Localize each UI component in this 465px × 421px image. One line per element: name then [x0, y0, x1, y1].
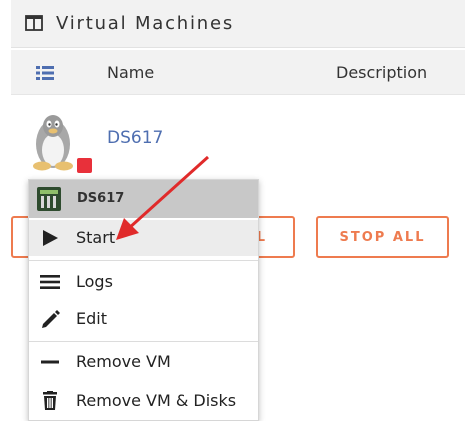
context-menu-header: DS617	[29, 180, 258, 218]
play-icon	[43, 230, 58, 246]
linux-tux-icon[interactable]	[25, 106, 95, 176]
vm-context-menu: DS617 Start Logs Edit Remove VM Remove V…	[28, 179, 259, 421]
stop-all-button[interactable]: STOP ALL	[316, 216, 449, 258]
menu-item-remove-vm[interactable]: Remove VM	[29, 344, 258, 380]
columns-icon	[25, 15, 43, 31]
menu-item-remove-vm-disks[interactable]: Remove VM & Disks	[29, 383, 258, 419]
menu-item-label: Remove VM & Disks	[76, 391, 237, 410]
list-icon	[40, 275, 60, 289]
context-menu-title: DS617	[77, 191, 125, 206]
page-title: Virtual Machines	[56, 13, 235, 34]
menu-item-logs[interactable]: Logs	[29, 264, 258, 300]
menu-divider	[29, 341, 258, 342]
menu-item-label: Start	[76, 228, 116, 247]
menu-divider	[29, 260, 258, 261]
trash-icon	[43, 391, 57, 410]
menu-item-edit[interactable]: Edit	[29, 301, 258, 337]
column-header-name[interactable]: Name	[107, 63, 154, 82]
panel-header: Virtual Machines	[11, 0, 465, 48]
menu-item-label: Logs	[76, 272, 113, 291]
minus-icon	[41, 360, 59, 364]
list-view-icon[interactable]	[36, 66, 54, 80]
column-header-description[interactable]: Description	[336, 63, 427, 82]
vm-badge-icon	[37, 187, 61, 211]
menu-item-label: Remove VM	[76, 352, 171, 371]
vm-status-indicator	[77, 158, 92, 173]
menu-item-start[interactable]: Start	[29, 220, 258, 256]
vm-name-link[interactable]: DS617	[107, 128, 163, 148]
menu-item-label: Edit	[76, 309, 107, 328]
pencil-icon	[42, 310, 60, 328]
table-header: Name Description	[11, 50, 465, 95]
